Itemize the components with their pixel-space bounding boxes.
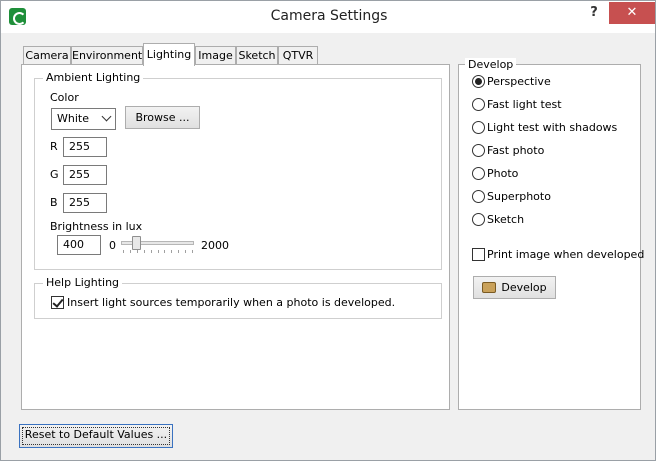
slider-tick [143,250,145,253]
camera-settings-window: Camera Settings ? ✕ Camera Environment L… [0,0,656,461]
ambient-lighting-group: Ambient Lighting Color White Browse ... … [34,71,442,270]
develop-option-fast-light-test-label: Fast light test [487,98,562,111]
help-lighting-legend: Help Lighting [43,276,123,289]
tab-sketch[interactable]: Sketch [236,46,278,65]
develop-option-sketch-label: Sketch [487,213,525,226]
develop-button-label: Develop [501,281,547,294]
tab-environment[interactable]: Environment [71,46,143,65]
title-bar: Camera Settings ? ✕ [1,1,655,33]
develop-option-fast-light-test-radio[interactable] [472,98,485,111]
slider-tick [129,250,131,253]
develop-panel: Perspective Fast light test Light test w… [458,64,645,410]
tab-image[interactable]: Image [195,46,236,65]
ambient-lighting-legend: Ambient Lighting [43,71,144,84]
help-lighting-group: Help Lighting Insert light sources tempo… [34,276,442,319]
slider-max-label: 2000 [201,239,229,252]
insert-light-sources-label: Insert light sources temporarily when a … [67,296,396,309]
color-label: Color [50,91,79,104]
develop-option-photo-radio[interactable] [472,167,485,180]
slider-tick [178,250,180,253]
reset-defaults-button[interactable]: Reset to Default Values ... [19,424,173,448]
slider-tick [171,250,173,253]
develop-option-perspective-radio[interactable] [472,75,485,88]
color-select[interactable]: White [51,108,116,130]
b-label: B [50,196,58,209]
browse-button[interactable]: Browse ... [125,106,200,129]
tab-qtvr[interactable]: QTVR [278,46,318,65]
develop-option-perspective-label: Perspective [487,75,551,88]
g-label: G [50,168,59,181]
print-image-checkbox[interactable] [472,248,485,261]
develop-option-superphoto-radio[interactable] [472,190,485,203]
print-image-label: Print image when developed [487,248,645,261]
develop-option-light-test-shadows-radio[interactable] [472,121,485,134]
r-label: R [50,140,58,153]
r-input[interactable]: 255 [63,137,107,157]
brightness-slider-thumb[interactable] [131,236,141,250]
brightness-input[interactable]: 400 [57,235,101,255]
insert-light-sources-checkbox[interactable] [51,296,64,309]
tab-camera[interactable]: Camera [23,46,71,65]
slider-tick [164,250,166,253]
help-button[interactable]: ? [587,5,601,21]
lighting-tab-panel: Ambient Lighting Color White Browse ... … [21,64,450,410]
chevron-down-icon [101,111,112,122]
brightness-label: Brightness in lux [50,220,143,233]
close-button[interactable]: ✕ [609,2,655,24]
slider-tick [185,250,187,253]
slider-tick [136,250,138,253]
develop-option-superphoto-label: Superphoto [487,190,551,203]
develop-button[interactable]: Develop [473,276,556,299]
develop-option-fast-photo-radio[interactable] [472,144,485,157]
g-input[interactable]: 255 [63,165,107,185]
camera-icon [482,281,497,293]
slider-tick [123,250,124,253]
tab-lighting[interactable]: Lighting [143,43,195,66]
develop-legend: Develop [465,58,517,71]
window-title: Camera Settings [270,8,388,24]
slider-tick [150,250,152,253]
slider-tick [192,250,193,253]
b-input[interactable]: 255 [63,193,107,213]
color-select-value: White [57,112,89,125]
develop-option-sketch-radio[interactable] [472,213,485,226]
slider-min-label: 0 [109,239,116,252]
develop-option-fast-photo-label: Fast photo [487,144,545,157]
slider-tick [157,250,159,253]
develop-option-light-test-shadows-label: Light test with shadows [487,121,618,134]
develop-option-photo-label: Photo [487,167,519,180]
